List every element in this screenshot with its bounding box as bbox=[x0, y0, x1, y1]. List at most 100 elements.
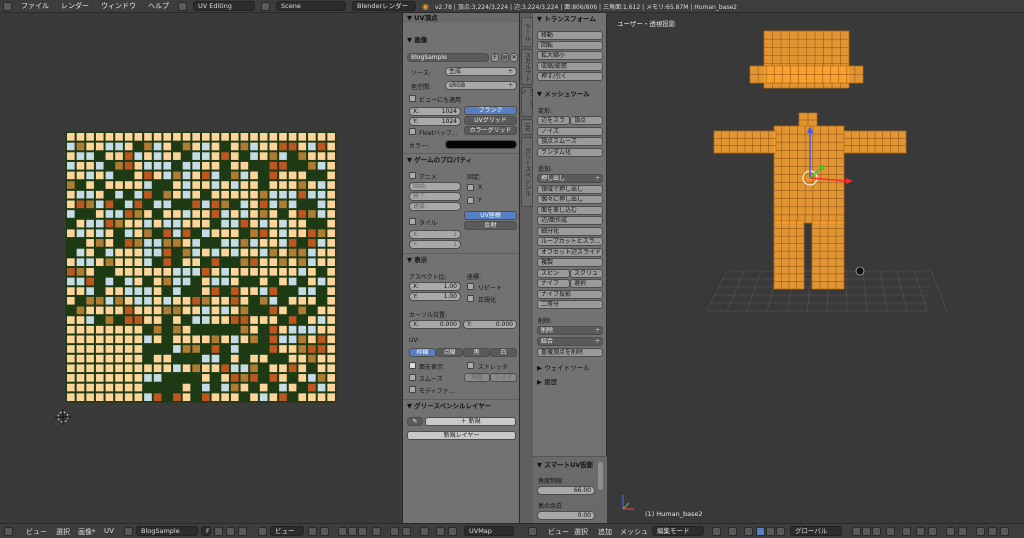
uv-black-button[interactable]: 黒 bbox=[463, 348, 490, 357]
angle-limit-field[interactable]: 66.00 bbox=[537, 486, 595, 495]
unlink-image-icon[interactable]: ✕ bbox=[510, 53, 518, 62]
duplicate-button[interactable]: 複製 bbox=[537, 258, 603, 267]
render-preview-icon[interactable] bbox=[946, 527, 955, 536]
display-channels-icon[interactable] bbox=[420, 527, 429, 536]
menu-help[interactable]: ヘルプ bbox=[145, 1, 172, 11]
image-new-icon[interactable] bbox=[214, 527, 223, 536]
uv-editor-type-icon[interactable] bbox=[4, 527, 13, 536]
menu-window[interactable]: ウィンドウ bbox=[98, 1, 139, 11]
render-animation-icon[interactable] bbox=[958, 527, 967, 536]
tab-uv[interactable]: UV bbox=[521, 119, 533, 135]
3d-menu-add[interactable]: 追加 bbox=[598, 527, 612, 537]
menu-file[interactable]: ファイル bbox=[18, 1, 52, 11]
uv-menu-select[interactable]: 選択 bbox=[56, 527, 70, 537]
grease-pencil-header[interactable]: ▼ グリースペンシルレイヤー bbox=[403, 401, 491, 411]
image-pack-icon[interactable] bbox=[448, 527, 457, 536]
translate-button[interactable]: 移動 bbox=[537, 31, 603, 40]
edit-mode-dropdown[interactable]: 編集モード bbox=[652, 526, 704, 536]
shading-icon[interactable] bbox=[712, 527, 721, 536]
tab-sculpt[interactable]: スカルプト bbox=[521, 49, 533, 85]
slide-edge-button[interactable]: 辺をスラ bbox=[537, 116, 570, 125]
loop-cut-button[interactable]: ループカットとスラ... bbox=[537, 237, 603, 246]
knife-project-button[interactable]: ナイフ投影 bbox=[537, 290, 603, 299]
noise-button[interactable]: ノイズ bbox=[537, 127, 603, 136]
anim-start-field[interactable]: 開始: bbox=[409, 182, 461, 191]
editor-type-icon[interactable] bbox=[3, 1, 12, 11]
screen-selector[interactable]: UV Editing bbox=[193, 1, 255, 11]
delete-dropdown[interactable]: 削除 ÷ bbox=[537, 326, 603, 335]
slide-vertex-button[interactable]: 頂点 bbox=[570, 116, 603, 125]
uv-image-editor[interactable] bbox=[0, 13, 402, 523]
mesh-viewport-canvas[interactable] bbox=[607, 13, 1024, 523]
tiles-y-field[interactable]: Y: 1 bbox=[409, 240, 461, 249]
open-image-icon[interactable]: ▤ bbox=[501, 53, 509, 62]
snap-icon[interactable] bbox=[402, 527, 411, 536]
extrude-individual-button[interactable]: 個々に押し出し bbox=[537, 195, 603, 204]
new-grease-pencil-button[interactable]: ＋ 新規 bbox=[425, 417, 516, 426]
repeat-checkbox[interactable] bbox=[467, 283, 474, 290]
anim-speed-field[interactable]: 速度: bbox=[409, 202, 461, 211]
modified-checkbox[interactable] bbox=[409, 386, 416, 393]
3d-menu-view[interactable]: ビュー bbox=[548, 527, 569, 537]
snap-element-icon[interactable] bbox=[928, 527, 937, 536]
pivot-point-icon[interactable] bbox=[728, 527, 737, 536]
sync-selection-icon[interactable] bbox=[320, 527, 329, 536]
smooth-vertex-button[interactable]: 頂点スムーズ bbox=[537, 137, 603, 146]
layer-icon[interactable] bbox=[988, 527, 997, 536]
extrude-region-button[interactable]: 領域で押し出し bbox=[537, 185, 603, 194]
layer-icon[interactable] bbox=[1000, 527, 1009, 536]
generated-colorgrid-button[interactable]: カラーグリッド bbox=[464, 126, 517, 135]
clamp-y-checkbox[interactable] bbox=[467, 197, 474, 204]
anim-checkbox[interactable] bbox=[409, 172, 416, 179]
edge-select-icon[interactable] bbox=[348, 527, 357, 536]
tiles-checkbox[interactable] bbox=[409, 218, 416, 225]
snap-3d-icon[interactable] bbox=[916, 527, 925, 536]
draw-faces-checkbox[interactable] bbox=[409, 362, 416, 369]
screw-button[interactable]: スクリュ bbox=[570, 269, 603, 278]
uv-menu-view[interactable]: ビュー bbox=[26, 527, 47, 537]
smooth-checkbox[interactable] bbox=[409, 374, 416, 381]
island-margin-field[interactable]: 0.00 bbox=[537, 511, 595, 520]
color-swatch[interactable] bbox=[445, 140, 517, 149]
uv-white-button[interactable]: 白 bbox=[490, 348, 517, 357]
image-unlink-icon[interactable] bbox=[238, 527, 247, 536]
occlude-geometry-icon[interactable] bbox=[886, 527, 895, 536]
scale-manipulator-icon[interactable] bbox=[776, 527, 785, 536]
stretch-area-button[interactable]: エリア bbox=[490, 373, 517, 382]
menu-render[interactable]: レンダー bbox=[58, 1, 92, 11]
float-buffer-checkbox[interactable] bbox=[409, 128, 416, 135]
game-properties-header[interactable]: ▼ ゲームのプロパティ bbox=[403, 155, 472, 165]
extrude-dropdown[interactable]: 押し出し ÷ bbox=[537, 174, 603, 183]
uv-coords-button[interactable]: UV座標 bbox=[464, 211, 517, 220]
reflection-button[interactable]: 反射 bbox=[464, 221, 517, 230]
sticky-select-icon[interactable] bbox=[372, 527, 381, 536]
make-edge-face-button[interactable]: 辺/面作成 bbox=[537, 216, 603, 225]
shrink-fatten-button[interactable]: 収縮/膨張 bbox=[537, 62, 603, 71]
transform-header[interactable]: ▼ トランスフォーム bbox=[533, 14, 596, 24]
manipulator-icon[interactable] bbox=[744, 527, 753, 536]
uv-texture-canvas[interactable] bbox=[0, 13, 402, 523]
clamp-x-checkbox[interactable] bbox=[467, 184, 474, 191]
scene-selector[interactable]: Scene bbox=[276, 1, 346, 11]
vertex-mode-icon[interactable] bbox=[852, 527, 861, 536]
smart-uv-header[interactable]: ▼ スマートUV投影 bbox=[533, 460, 593, 470]
spin-button[interactable]: スピン bbox=[537, 269, 570, 278]
tab-grease-pencil[interactable]: グリースペンシル bbox=[521, 137, 533, 207]
cursor-y-field[interactable]: Y: 0.000 bbox=[463, 320, 517, 329]
normalized-checkbox[interactable] bbox=[467, 295, 474, 302]
3d-menu-select[interactable]: 選択 bbox=[574, 527, 588, 537]
proportional-edit-icon[interactable] bbox=[390, 527, 399, 536]
3d-menu-mesh[interactable]: メッシュ bbox=[620, 527, 648, 537]
tiles-x-field[interactable]: X: 1 bbox=[409, 230, 461, 239]
pivot-icon[interactable] bbox=[308, 527, 317, 536]
pencil-icon[interactable]: ✎ bbox=[407, 417, 423, 426]
screen-layout-icon[interactable] bbox=[178, 1, 187, 11]
proportional-3d-icon[interactable] bbox=[902, 527, 911, 536]
3d-viewport[interactable]: ユーザー・透視投影 (1) Human_base2 bbox=[607, 13, 1024, 523]
image-name-field[interactable]: BlogSample bbox=[407, 53, 489, 62]
push-pull-button[interactable]: 押す/引く bbox=[537, 72, 603, 81]
uv-texture-icon[interactable] bbox=[436, 527, 445, 536]
new-layer-button[interactable]: 新規レイヤー bbox=[407, 431, 516, 440]
uv-vertex-header[interactable]: ▼ UV頂点 bbox=[403, 13, 519, 23]
anim-end-field[interactable]: 終了: bbox=[409, 192, 461, 201]
